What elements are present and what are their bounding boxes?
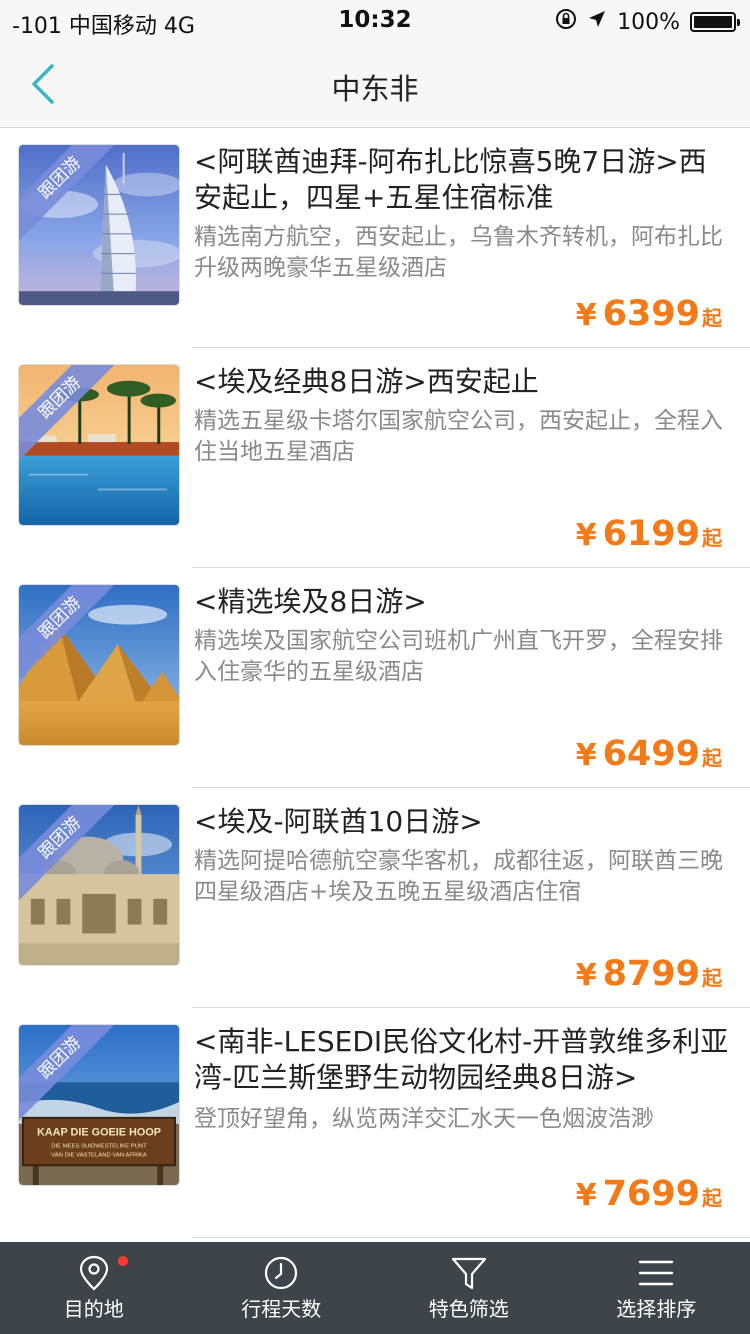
battery-icon: [690, 12, 740, 32]
battery-percent: 100%: [617, 9, 680, 35]
tour-description: 精选埃及国家航空公司班机广州直飞开罗，全程安排入住豪华的五星级酒店: [194, 628, 723, 685]
tour-price: ¥6499 起: [576, 734, 722, 774]
tour-description: 精选南方航空，西安起止，乌鲁木齐转机，阿布扎比升级两晚豪华五星级酒店: [194, 224, 723, 281]
tab-label: 选择排序: [616, 1297, 697, 1321]
tour-image-mosque: 跟团游: [18, 804, 180, 966]
tour-title: <埃及-阿联酋10日游>: [194, 805, 483, 838]
tour-item[interactable]: 跟团游 <埃及经典8日游>西安起止 精选五星级卡塔尔国家航空公司，西安起止，全程…: [0, 348, 750, 568]
price-value: 6499: [602, 734, 700, 774]
tour-title: <阿联酋迪拜-阿布扎比惊喜5晚7日游>西安起止，四星+五星住宿标准: [194, 145, 707, 214]
sign-line-1: KAAP DIE GOEIE HOOP: [37, 1127, 161, 1139]
tour-list: 跟团游 <阿联酋迪拜-阿布扎比惊喜5晚7日游>西安起止，四星+五星住宿标准 精选…: [0, 128, 750, 1238]
tour-item[interactable]: KAAP DIE GOEIE HOOP DIE MEES SUIDWESTELI…: [0, 1008, 750, 1238]
page-title: 中东非: [331, 72, 419, 106]
status-right: 100%: [555, 8, 740, 36]
price-value: 8799: [602, 954, 700, 994]
filter-funnel-icon: [451, 1257, 486, 1290]
tab-label: 目的地: [63, 1297, 124, 1321]
rotation-lock-icon: [555, 8, 577, 36]
status-bar: -101 中国移动 4G 10:32 100%: [0, 0, 750, 40]
currency-symbol: ¥: [575, 298, 597, 333]
price-suffix: 起: [702, 746, 722, 770]
tour-title: <精选埃及8日游>: [194, 585, 427, 618]
price-value: 6199: [602, 514, 700, 554]
tab-label: 行程天数: [241, 1297, 322, 1321]
tab-sort[interactable]: 选择排序: [563, 1242, 750, 1334]
tour-description: 精选阿提哈德航空豪华客机，成都往返，阿联酋三晚四星级酒店+埃及五晚五星级酒店住宿: [194, 848, 723, 905]
tour-title: <埃及经典8日游>西安起止: [194, 365, 539, 398]
tab-duration[interactable]: 行程天数: [188, 1242, 376, 1334]
tour-title: <南非-LESEDI民俗文化村-开普敦维多利亚湾-匹兰斯堡野生动物园经典8日游>: [194, 1025, 729, 1094]
price-suffix: 起: [702, 306, 722, 330]
tour-description: 精选五星级卡塔尔国家航空公司，西安起止，全程入住当地五星酒店: [194, 408, 723, 465]
tour-item[interactable]: 跟团游 <阿联酋迪拜-阿布扎比惊喜5晚7日游>西安起止，四星+五星住宿标准 精选…: [0, 128, 750, 348]
tour-image-resort: 跟团游: [18, 364, 180, 526]
tour-item[interactable]: 跟团游 <埃及-阿联酋10日游> 精选阿提哈德航空豪华客机，成都往返，阿联酋三晚…: [0, 788, 750, 1008]
clock-icon: [265, 1256, 298, 1290]
tour-image-pyramids: 跟团游: [18, 584, 180, 746]
tour-description: 登顶好望角，纵览两洋交汇水天一色烟波浩渺: [194, 1106, 654, 1132]
price-value: 6399: [602, 294, 700, 334]
price-value: 7699: [602, 1174, 700, 1214]
location-pin-icon: [79, 1255, 108, 1291]
bottom-tab-bar: 目的地 行程天数 特色筛选 选择排序: [0, 1242, 750, 1334]
price-suffix: 起: [702, 526, 722, 550]
tour-image-burj: 跟团游: [18, 144, 180, 306]
tour-price: ¥8799 起: [576, 954, 722, 994]
sign-line-2: DIE MEES SUIDWESTELIKE PUNT: [51, 1143, 147, 1149]
sign-line-3: VAN DIE VASTELAND VAN AFRIKA: [51, 1152, 147, 1158]
price-suffix: 起: [702, 966, 722, 990]
notification-dot: [117, 1256, 128, 1266]
price-suffix: 起: [702, 1186, 722, 1210]
location-arrow-icon: [587, 9, 607, 35]
tour-price: ¥7699 起: [576, 1174, 722, 1214]
tour-price: ¥6199 起: [576, 514, 722, 554]
tour-item[interactable]: 跟团游 <精选埃及8日游> 精选埃及国家航空公司班机广州直飞开罗，全程安排入住豪…: [0, 568, 750, 788]
tab-feature-filter[interactable]: 特色筛选: [375, 1242, 563, 1334]
currency-symbol: ¥: [575, 518, 597, 553]
navigation-bar: 中东非: [0, 40, 750, 128]
menu-lines-icon: [639, 1260, 674, 1286]
currency-symbol: ¥: [575, 1178, 597, 1213]
tab-label: 特色筛选: [428, 1297, 509, 1321]
divider: [192, 1237, 750, 1238]
tour-price: ¥6399 起: [576, 294, 722, 334]
currency-symbol: ¥: [575, 958, 597, 993]
currency-symbol: ¥: [575, 738, 597, 773]
tab-destination[interactable]: 目的地: [0, 1242, 188, 1334]
tour-image-cape-sign: KAAP DIE GOEIE HOOP DIE MEES SUIDWESTELI…: [18, 1024, 180, 1186]
